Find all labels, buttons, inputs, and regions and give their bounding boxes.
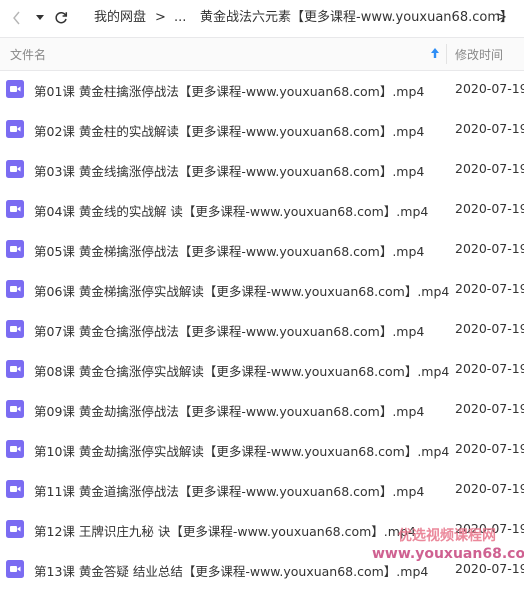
- list-item[interactable]: 第12课 王牌识庄九秘 诀【更多课程-www.youxuan68.com】.mp…: [0, 510, 524, 550]
- breadcrumb-current[interactable]: 黄金战法六元素【更多课程-www.youxuan68.com】: [200, 10, 513, 26]
- column-divider[interactable]: [446, 44, 447, 64]
- list-item[interactable]: 第05课 黄金梯擒涨停战法【更多课程-www.youxuan68.com】.mp…: [0, 230, 524, 270]
- file-name[interactable]: 第13课 黄金答疑 结业总结【更多课程-www.youxuan68.com】.m…: [34, 561, 428, 580]
- file-name[interactable]: 第01课 黄金柱擒涨停战法【更多课程-www.youxuan68.com】.mp…: [34, 81, 424, 100]
- list-item[interactable]: 第10课 黄金劫擒涨停实战解读【更多课程-www.youxuan68.com】.…: [0, 430, 524, 470]
- video-file-icon: [6, 80, 24, 98]
- chevron-left-icon: [13, 11, 20, 25]
- file-date: 2020-07-19: [455, 521, 524, 536]
- file-date: 2020-07-19: [455, 121, 524, 136]
- file-name[interactable]: 第05课 黄金梯擒涨停战法【更多课程-www.youxuan68.com】.mp…: [34, 241, 424, 260]
- list-item[interactable]: 第01课 黄金柱擒涨停战法【更多课程-www.youxuan68.com】.mp…: [0, 70, 524, 110]
- breadcrumb-root[interactable]: 我的网盘: [94, 10, 146, 26]
- file-name[interactable]: 第07课 黄金仓擒涨停战法【更多课程-www.youxuan68.com】.mp…: [34, 321, 424, 340]
- back-button[interactable]: [8, 9, 26, 27]
- column-header: 文件名 修改时间: [0, 37, 524, 71]
- file-date: 2020-07-19: [455, 441, 524, 456]
- video-file-icon: [6, 480, 24, 498]
- refresh-button[interactable]: [52, 9, 70, 27]
- list-item[interactable]: 第03课 黄金线擒涨停战法【更多课程-www.youxuan68.com】.mp…: [0, 150, 524, 190]
- video-file-icon: [6, 280, 24, 298]
- file-date: 2020-07-19: [455, 481, 524, 496]
- file-date: 2020-07-19: [455, 281, 524, 296]
- breadcrumb-separator: >: [496, 10, 507, 25]
- list-item[interactable]: 第11课 黄金道擒涨停战法【更多课程-www.youxuan68.com】.mp…: [0, 470, 524, 510]
- file-name[interactable]: 第02课 黄金柱的实战解读【更多课程-www.youxuan68.com】.mp…: [34, 121, 424, 140]
- list-item[interactable]: 第09课 黄金劫擒涨停战法【更多课程-www.youxuan68.com】.mp…: [0, 390, 524, 430]
- list-item[interactable]: 第06课 黄金梯擒涨停实战解读【更多课程-www.youxuan68.com】.…: [0, 270, 524, 310]
- video-file-icon: [6, 240, 24, 258]
- file-date: 2020-07-19: [455, 201, 524, 216]
- refresh-icon: [55, 11, 68, 24]
- file-name[interactable]: 第12课 王牌识庄九秘 诀【更多课程-www.youxuan68.com】.mp…: [34, 521, 416, 540]
- video-file-icon: [6, 440, 24, 458]
- list-item[interactable]: 第02课 黄金柱的实战解读【更多课程-www.youxuan68.com】.mp…: [0, 110, 524, 150]
- file-name[interactable]: 第10课 黄金劫擒涨停实战解读【更多课程-www.youxuan68.com】.…: [34, 441, 449, 460]
- list-item[interactable]: 第04课 黄金线的实战解 读【更多课程-www.youxuan68.com】.m…: [0, 190, 524, 230]
- dropdown-button[interactable]: [31, 9, 49, 27]
- file-name[interactable]: 第04课 黄金线的实战解 读【更多课程-www.youxuan68.com】.m…: [34, 201, 428, 220]
- video-file-icon: [6, 200, 24, 218]
- list-item[interactable]: 第13课 黄金答疑 结业总结【更多课程-www.youxuan68.com】.m…: [0, 550, 524, 590]
- file-date: 2020-07-19: [455, 401, 524, 416]
- list-item[interactable]: 第08课 黄金仓擒涨停实战解读【更多课程-www.youxuan68.com】.…: [0, 350, 524, 390]
- video-file-icon: [6, 160, 24, 178]
- toolbar: 我的网盘 > ... 黄金战法六元素【更多课程-www.youxuan68.co…: [0, 0, 524, 37]
- video-file-icon: [6, 120, 24, 138]
- video-file-icon: [6, 400, 24, 418]
- file-name[interactable]: 第09课 黄金劫擒涨停战法【更多课程-www.youxuan68.com】.mp…: [34, 401, 424, 420]
- file-name[interactable]: 第06课 黄金梯擒涨停实战解读【更多课程-www.youxuan68.com】.…: [34, 281, 449, 300]
- file-date: 2020-07-19: [455, 241, 524, 256]
- column-header-modified[interactable]: 修改时间: [455, 46, 503, 63]
- column-header-name[interactable]: 文件名: [10, 46, 46, 63]
- file-date: 2020-07-19: [455, 361, 524, 376]
- video-file-icon: [6, 520, 24, 538]
- list-item[interactable]: 第07课 黄金仓擒涨停战法【更多课程-www.youxuan68.com】.mp…: [0, 310, 524, 350]
- file-name[interactable]: 第11课 黄金道擒涨停战法【更多课程-www.youxuan68.com】.mp…: [34, 481, 424, 500]
- file-name[interactable]: 第08课 黄金仓擒涨停实战解读【更多课程-www.youxuan68.com】.…: [34, 361, 449, 380]
- file-date: 2020-07-19: [455, 161, 524, 176]
- video-file-icon: [6, 560, 24, 578]
- breadcrumb-separator: >: [155, 10, 166, 25]
- file-name[interactable]: 第03课 黄金线擒涨停战法【更多课程-www.youxuan68.com】.mp…: [34, 161, 424, 180]
- file-date: 2020-07-19: [455, 81, 524, 96]
- file-date: 2020-07-19: [455, 561, 524, 576]
- video-file-icon: [6, 360, 24, 378]
- sort-ascending-icon[interactable]: [429, 45, 441, 61]
- file-date: 2020-07-19: [455, 321, 524, 336]
- video-file-icon: [6, 320, 24, 338]
- file-list: 第01课 黄金柱擒涨停战法【更多课程-www.youxuan68.com】.mp…: [0, 70, 524, 590]
- caret-down-icon: [36, 15, 44, 20]
- breadcrumb-ellipsis[interactable]: ...: [174, 10, 186, 26]
